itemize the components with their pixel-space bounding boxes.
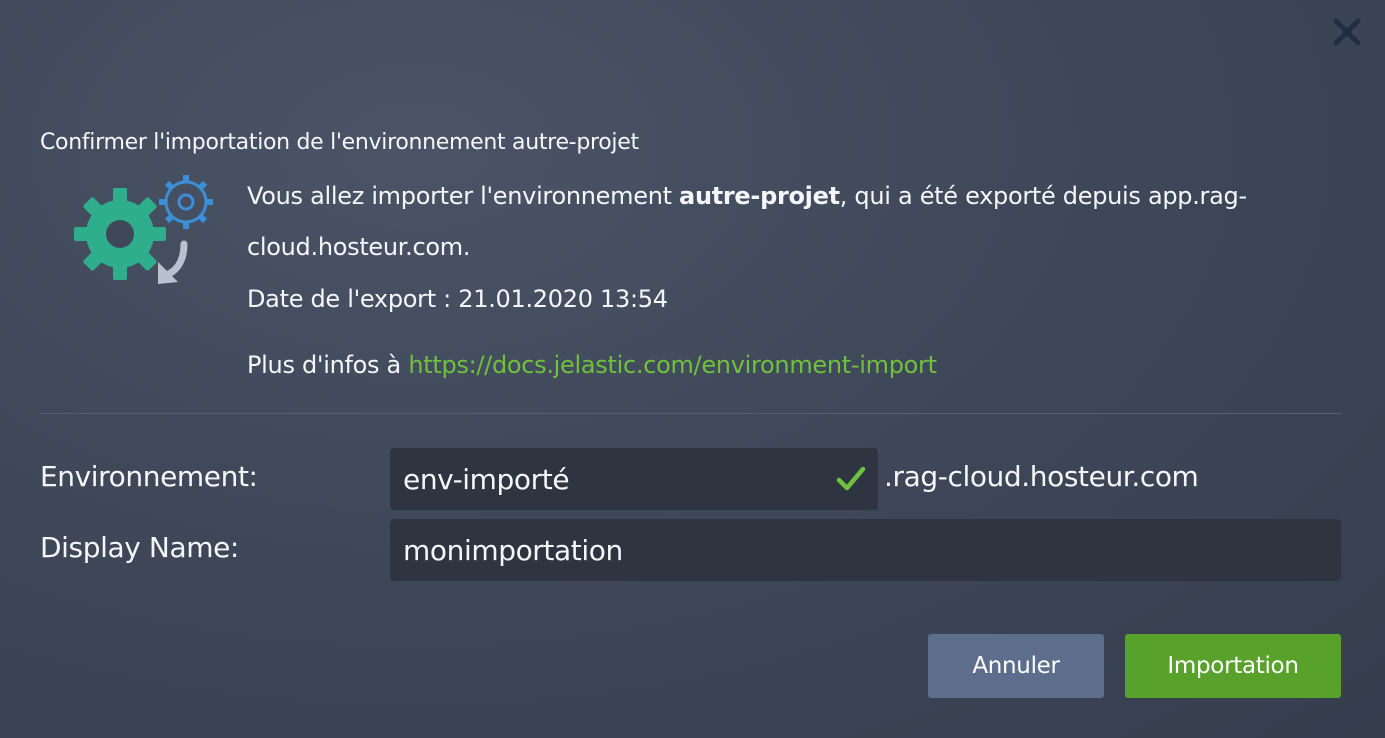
docs-link[interactable]: https://docs.jelastic.com/environment-im… xyxy=(408,351,937,379)
cancel-button[interactable]: Annuler xyxy=(928,634,1104,698)
more-info: Plus d'infos à https://docs.jelastic.com… xyxy=(247,340,937,391)
environment-label: Environnement: xyxy=(40,460,258,493)
domain-suffix: .rag-cloud.hosteur.com xyxy=(884,460,1199,493)
close-icon xyxy=(1333,18,1361,46)
more-info-prefix: Plus d'infos à xyxy=(247,351,409,379)
environment-value: env-importé xyxy=(403,462,570,496)
import-button[interactable]: Importation xyxy=(1125,634,1341,698)
display-name-value: monimportation xyxy=(403,533,623,567)
message-env-name: autre-projet xyxy=(679,182,840,210)
display-name-label: Display Name: xyxy=(40,531,239,564)
import-gears-icon xyxy=(74,175,213,284)
divider xyxy=(40,413,1341,414)
export-date: Date de l'export : 21.01.2020 13:54 xyxy=(247,285,668,313)
import-confirm-dialog: Confirmer l'importation de l'environneme… xyxy=(0,0,1385,738)
message-before: Vous allez importer l'environnement xyxy=(247,182,680,210)
close-button[interactable] xyxy=(1331,16,1363,48)
import-message: Vous allez importer l'environnement autr… xyxy=(247,171,1317,273)
dialog-title: Confirmer l'importation de l'environneme… xyxy=(40,130,639,155)
environment-input[interactable]: env-importé xyxy=(390,448,878,510)
checkmark-icon xyxy=(836,466,866,491)
display-name-input[interactable]: monimportation xyxy=(390,519,1341,581)
